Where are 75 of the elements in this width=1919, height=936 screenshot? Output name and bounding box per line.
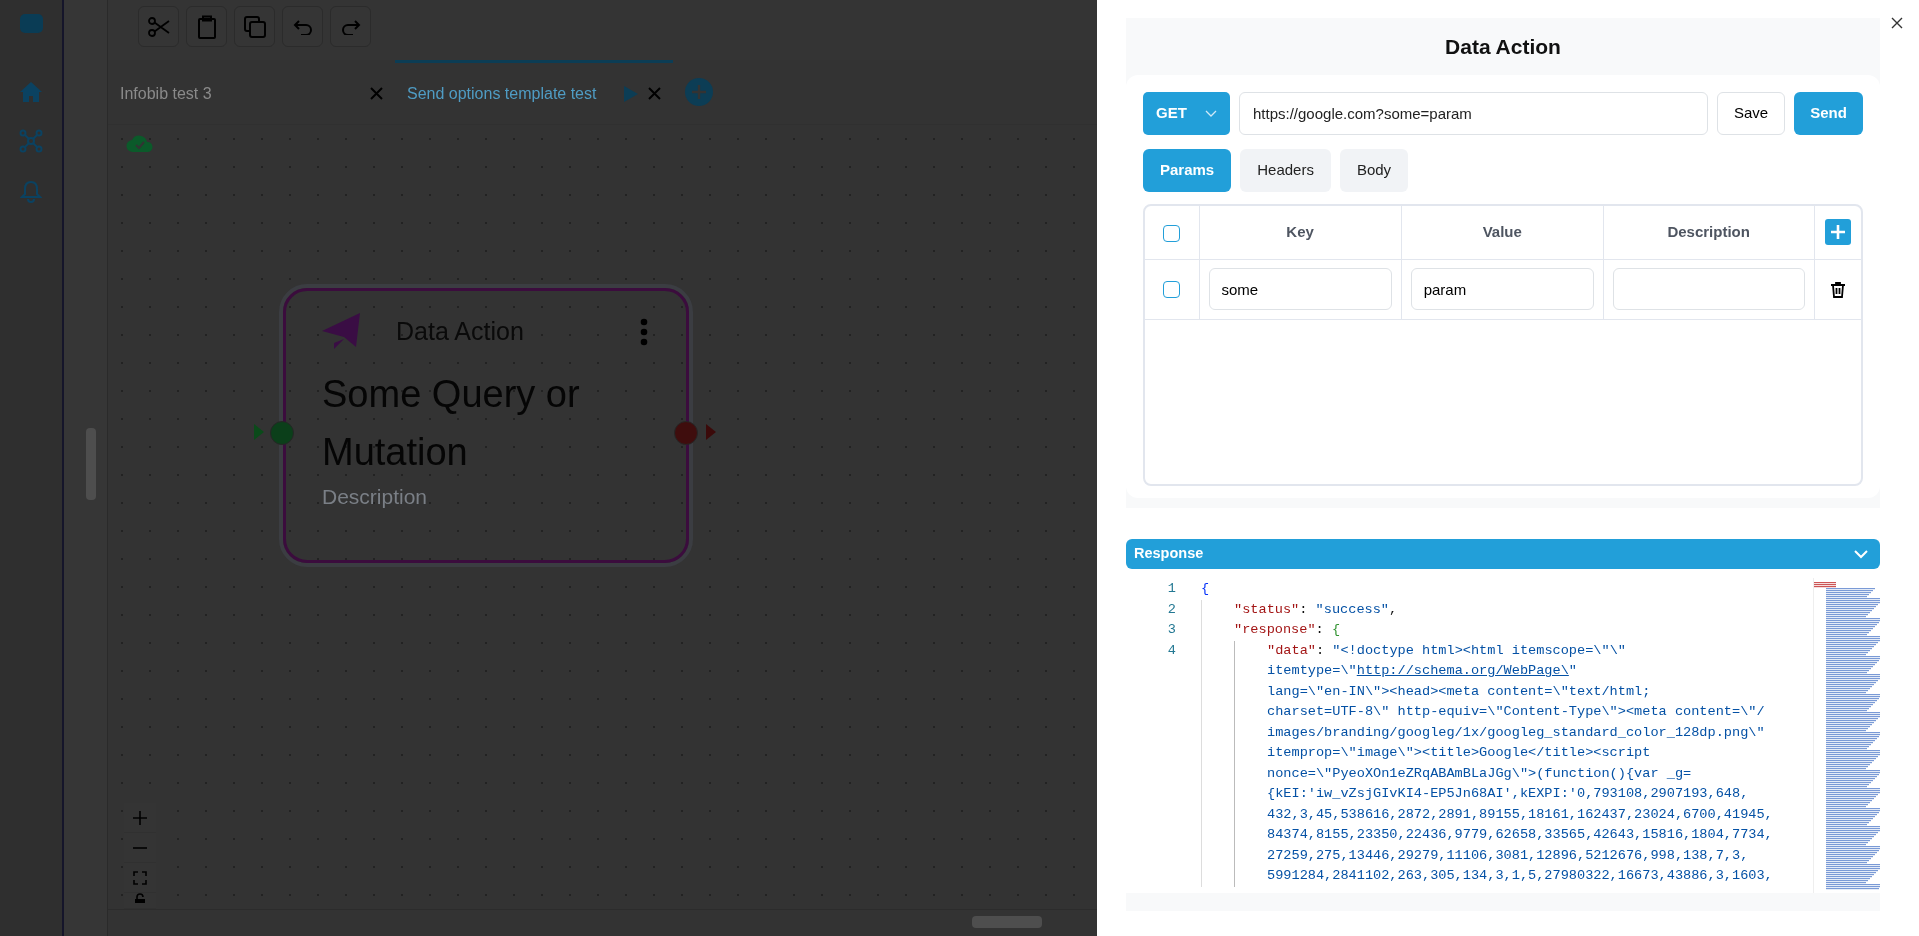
send-icon <box>322 313 362 351</box>
code-line: 432,3,45,538616,2872,2891,89155,18161,162437,23024,6700,41945, <box>1267 805 1773 824</box>
close-icon[interactable] <box>370 87 383 100</box>
network-icon[interactable] <box>19 129 43 153</box>
input-arrow-icon <box>254 424 264 440</box>
code-line: "data": "<!doctype html><html itemscope=\"\" <box>1267 641 1626 660</box>
home-icon[interactable] <box>19 81 43 103</box>
url-field[interactable]: https://google.com?some=param <box>1239 92 1708 135</box>
chevron-icon[interactable] <box>1854 549 1868 559</box>
code-line: itemtype=\"http://schema.org/WebPage\" <box>1267 662 1577 680</box>
redo-icon <box>340 18 361 35</box>
trash-icon[interactable] <box>1830 281 1845 298</box>
key-field[interactable]: some <box>1208 268 1392 310</box>
undo-icon <box>292 18 313 35</box>
node-description: Description <box>322 484 429 510</box>
copy-icon <box>243 15 266 38</box>
redo-button[interactable] <box>330 6 371 47</box>
close-icon[interactable] <box>648 87 661 100</box>
add-row-button[interactable] <box>1824 218 1851 245</box>
cut-button[interactable] <box>138 6 179 47</box>
tab[interactable]: Headers <box>1240 149 1331 192</box>
clipboard-icon <box>196 14 217 39</box>
code-line: "status": "success", <box>1234 600 1398 619</box>
column-header: Description <box>1603 206 1814 259</box>
plus-icon <box>1829 223 1846 240</box>
copy-button[interactable] <box>234 6 275 47</box>
logo-icon <box>19 14 43 33</box>
plus-icon <box>133 810 147 825</box>
value-field[interactable]: param <box>1410 268 1594 310</box>
paste-button[interactable] <box>186 6 227 47</box>
tab[interactable]: Params <box>1143 149 1232 192</box>
code-line: nonce=\"PyeoXOn1eZRqABAmBLaJGg\">(function(){var _g= <box>1267 764 1692 783</box>
description-field[interactable] <box>1612 268 1805 310</box>
code-line: 27259,275,13446,29279,11106,3081,12896,5212676,998,138,7,3, <box>1267 846 1749 865</box>
tab[interactable]: Body <box>1339 149 1409 192</box>
code-line: lang=\"en-IN\"><head><meta content=\"text/html; <box>1267 682 1651 701</box>
code-line: images/branding/googleg/1x/googleg_standard_color_128dp.png\" <box>1267 723 1765 742</box>
code-line: "response": { <box>1234 621 1341 639</box>
caret-icon <box>1205 109 1217 118</box>
code-line: { <box>1201 580 1210 598</box>
fullscreen-icon <box>133 870 147 885</box>
checkbox[interactable] <box>1163 224 1181 242</box>
line-number: 1 <box>1166 580 1176 598</box>
save-button[interactable]: Save <box>1717 92 1785 135</box>
code-line: 84374,8155,23350,22436,9779,62658,33565,42643,15816,1804,7734, <box>1267 826 1773 844</box>
lock-icon <box>134 893 146 903</box>
line-number: 4 <box>1166 641 1176 660</box>
column-header: Key <box>1199 206 1402 259</box>
output-port[interactable] <box>674 421 698 445</box>
scissors-icon <box>146 15 171 38</box>
close-icon <box>1891 16 1903 29</box>
output-arrow-icon <box>706 424 716 440</box>
bell-icon[interactable] <box>20 179 42 203</box>
editor-tab[interactable]: Infobib test 3 <box>108 59 395 125</box>
play-icon[interactable] <box>624 85 638 102</box>
method-dropdown[interactable]: GET <box>1143 92 1230 135</box>
column-header: Value <box>1401 206 1604 259</box>
code-line: itemprop=\"image\"><title>Google</title><script <box>1267 744 1651 762</box>
scrollbar-thumb[interactable] <box>972 916 1042 928</box>
send-button[interactable]: Send <box>1794 92 1863 135</box>
minus-icon <box>133 845 147 850</box>
kebab-menu-icon[interactable] <box>640 318 648 346</box>
code-line: charset=UTF-8\" http-equiv=\"Content-Type\"><meta content=\"/ <box>1267 703 1765 721</box>
cloud-check-icon <box>126 135 154 153</box>
response-header[interactable]: Response <box>1126 539 1880 569</box>
line-number: 3 <box>1166 621 1176 639</box>
line-number: 2 <box>1166 600 1176 619</box>
scrollbar-thumb[interactable] <box>86 428 96 500</box>
code-line: {kEI:'iw_vZsjGIvKI4-EP5Jn68AI',kEXPI:'0,793108,2907193,648, <box>1267 785 1749 803</box>
checkbox[interactable] <box>1163 281 1181 299</box>
input-port[interactable] <box>270 421 294 445</box>
panel-title: Data Action <box>1126 18 1880 75</box>
undo-button[interactable] <box>282 6 323 47</box>
add-tab-button[interactable] <box>685 78 713 106</box>
code-line: 5991284,2841102,263,305,134,3,1,5,27980322,16673,43886,3,1603, <box>1267 867 1773 885</box>
